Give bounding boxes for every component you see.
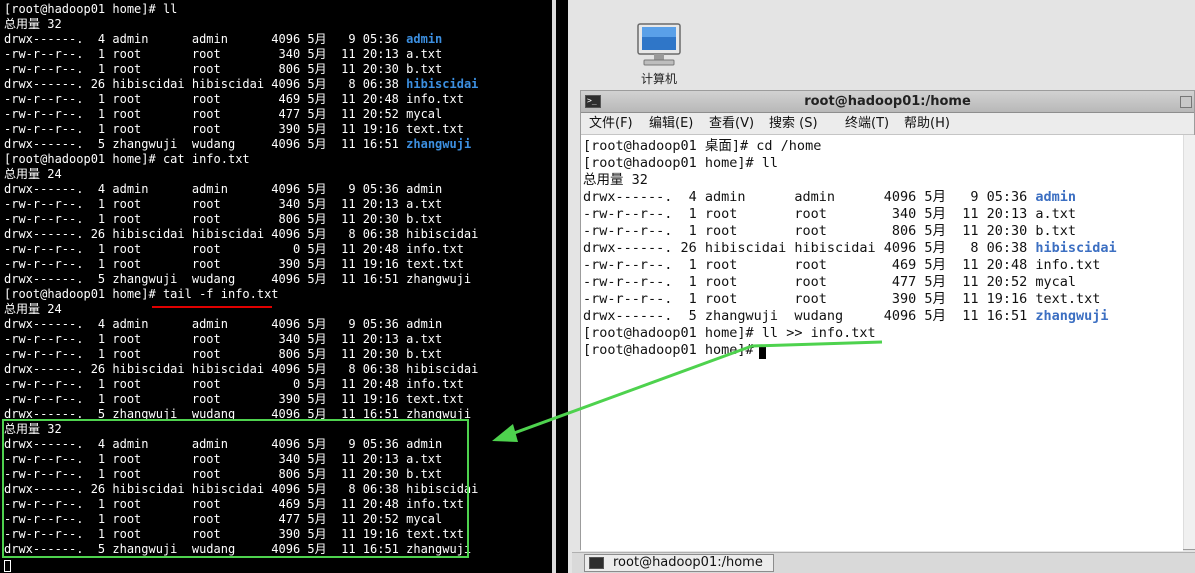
directory-name: admin	[1035, 189, 1077, 205]
menu-terminal[interactable]: 终端(T)	[845, 115, 889, 133]
taskbar: root@hadoop01:/home	[572, 552, 1195, 573]
line-text: drwx------. 5 zhangwuji wudang 4096 5月 1…	[4, 137, 407, 151]
left-terminal-line: 总用量 24	[4, 302, 62, 316]
green-highlight-box	[2, 419, 469, 558]
right-terminal-line: drwx------. 26 hibiscidai hibiscidai 409…	[583, 240, 1117, 257]
left-terminal-line: drwx------. 26 hibiscidai hibiscidai 409…	[4, 362, 479, 376]
left-terminal-line: 总用量 24	[4, 167, 62, 181]
right-terminal-line: -rw-r--r--. 1 root root 340 5月 11 20:13 …	[583, 206, 1077, 222]
directory-name: zhangwuji	[1035, 308, 1109, 324]
taskbar-item-label: root@hadoop01:/home	[613, 555, 763, 570]
right-terminal-line: drwx------. 5 zhangwuji wudang 4096 5月 1…	[583, 308, 1109, 325]
left-terminal-line: -rw-r--r--. 1 root root 806 5月 11 20:30 …	[4, 62, 443, 76]
computer-icon-label[interactable]: 计算机	[620, 70, 698, 87]
window-titlebar[interactable]: >_ root@hadoop01:/home	[581, 91, 1194, 113]
terminal-content[interactable]: [root@hadoop01 桌面]# cd /home [root@hadoop…	[581, 135, 1183, 551]
left-terminal-line: [root@hadoop01 home]# cat info.txt	[4, 152, 250, 166]
menu-bar: 文件(F) 编辑(E) 查看(V) 搜索 (S) 终端(T) 帮助(H)	[581, 113, 1194, 135]
left-terminal-line: drwx------. 26 hibiscidai hibiscidai 409…	[4, 227, 479, 241]
left-terminal-line: -rw-r--r--. 1 root root 477 5月 11 20:52 …	[4, 107, 443, 121]
left-terminal-line: [root@hadoop01 home]# ll	[4, 2, 178, 16]
red-underline-annotation	[152, 306, 272, 308]
left-terminal-line: -rw-r--r--. 1 root root 390 5月 11 19:16 …	[4, 122, 464, 136]
menu-file[interactable]: 文件(F)	[589, 115, 633, 133]
left-terminal-line: -rw-r--r--. 1 root root 340 5月 11 20:13 …	[4, 197, 443, 211]
menu-help[interactable]: 帮助(H)	[904, 115, 950, 133]
terminal-icon	[589, 557, 604, 569]
taskbar-item-terminal[interactable]: root@hadoop01:/home	[584, 554, 774, 572]
left-terminal-cursor	[4, 560, 11, 572]
right-terminal-scrollbar[interactable]	[1183, 135, 1195, 549]
menu-search[interactable]: 搜索 (S)	[769, 115, 818, 133]
directory-name: hibiscidai	[406, 77, 479, 91]
left-terminal-scrollbar[interactable]	[552, 0, 556, 573]
left-terminal-line: -rw-r--r--. 1 root root 340 5月 11 20:13 …	[4, 332, 443, 346]
left-terminal-line: drwx------. 4 admin admin 4096 5月 9 05:3…	[4, 182, 443, 196]
left-terminal-line: drwx------. 4 admin admin 4096 5月 9 05:3…	[4, 317, 443, 331]
left-terminal-line: drwx------. 5 zhangwuji wudang 4096 5月 1…	[4, 272, 472, 286]
window-title: root@hadoop01:/home	[804, 94, 971, 109]
terminal-window: >_ root@hadoop01:/home 文件(F) 编辑(E) 查看(V)…	[580, 90, 1195, 551]
directory-name: zhangwuji	[406, 137, 472, 151]
left-terminal-line: -rw-r--r--. 1 root root 0 5月 11 20:48 in…	[4, 377, 464, 391]
left-terminal-line: -rw-r--r--. 1 root root 390 5月 11 19:16 …	[4, 392, 464, 406]
right-terminal-line: drwx------. 4 admin admin 4096 5月 9 05:3…	[583, 189, 1076, 206]
menu-view[interactable]: 查看(V)	[709, 115, 754, 133]
directory-name: admin	[406, 32, 443, 46]
left-terminal-line: -rw-r--r--. 1 root root 390 5月 11 19:16 …	[4, 257, 464, 271]
right-terminal-line: -rw-r--r--. 1 root root 390 5月 11 19:16 …	[583, 291, 1101, 307]
left-terminal-line: -rw-r--r--. 1 root root 469 5月 11 20:48 …	[4, 92, 464, 106]
right-terminal-line: [root@hadoop01 home]# ll >> info.txt	[583, 325, 876, 341]
right-terminal-line: -rw-r--r--. 1 root root 806 5月 11 20:30 …	[583, 223, 1077, 239]
line-text: drwx------. 4 admin admin 4096 5月 9 05:3…	[583, 189, 1036, 205]
line-text: drwx------. 5 zhangwuji wudang 4096 5月 1…	[583, 308, 1036, 324]
directory-name: hibiscidai	[1035, 240, 1117, 256]
left-terminal-line: -rw-r--r--. 1 root root 806 5月 11 20:30 …	[4, 212, 443, 226]
left-terminal-line: drwx------. 26 hibiscidai hibiscidai 409…	[4, 77, 478, 92]
line-text: drwx------. 26 hibiscidai hibiscidai 409…	[4, 77, 407, 91]
line-text: drwx------. 4 admin admin 4096 5月 9 05:3…	[4, 32, 407, 46]
left-terminal-line: drwx------. 4 admin admin 4096 5月 9 05:3…	[4, 32, 442, 47]
right-terminal-line: 总用量 32	[583, 172, 648, 188]
close-icon[interactable]	[1180, 96, 1192, 108]
right-terminal-line: -rw-r--r--. 1 root root 477 5月 11 20:52 …	[583, 274, 1077, 290]
left-terminal-line: [root@hadoop01 home]# tail -f info.txt	[4, 287, 279, 301]
terminal-cursor	[759, 346, 766, 359]
left-terminal-line: 总用量 32	[4, 17, 62, 31]
computer-icon[interactable]	[634, 22, 684, 68]
right-terminal-line: [root@hadoop01 home]# ll	[583, 155, 779, 171]
left-terminal-line: -rw-r--r--. 1 root root 806 5月 11 20:30 …	[4, 347, 443, 361]
left-terminal-line: -rw-r--r--. 1 root root 340 5月 11 20:13 …	[4, 47, 443, 61]
right-terminal-line: [root@hadoop01 home]#	[583, 342, 762, 358]
left-terminal-line: -rw-r--r--. 1 root root 0 5月 11 20:48 in…	[4, 242, 464, 256]
right-terminal-line: -rw-r--r--. 1 root root 469 5月 11 20:48 …	[583, 257, 1101, 273]
line-text: drwx------. 26 hibiscidai hibiscidai 409…	[583, 240, 1036, 256]
left-terminal-line: drwx------. 5 zhangwuji wudang 4096 5月 1…	[4, 137, 471, 152]
right-terminal-line: [root@hadoop01 桌面]# cd /home	[583, 138, 822, 154]
menu-edit[interactable]: 编辑(E)	[649, 115, 693, 133]
